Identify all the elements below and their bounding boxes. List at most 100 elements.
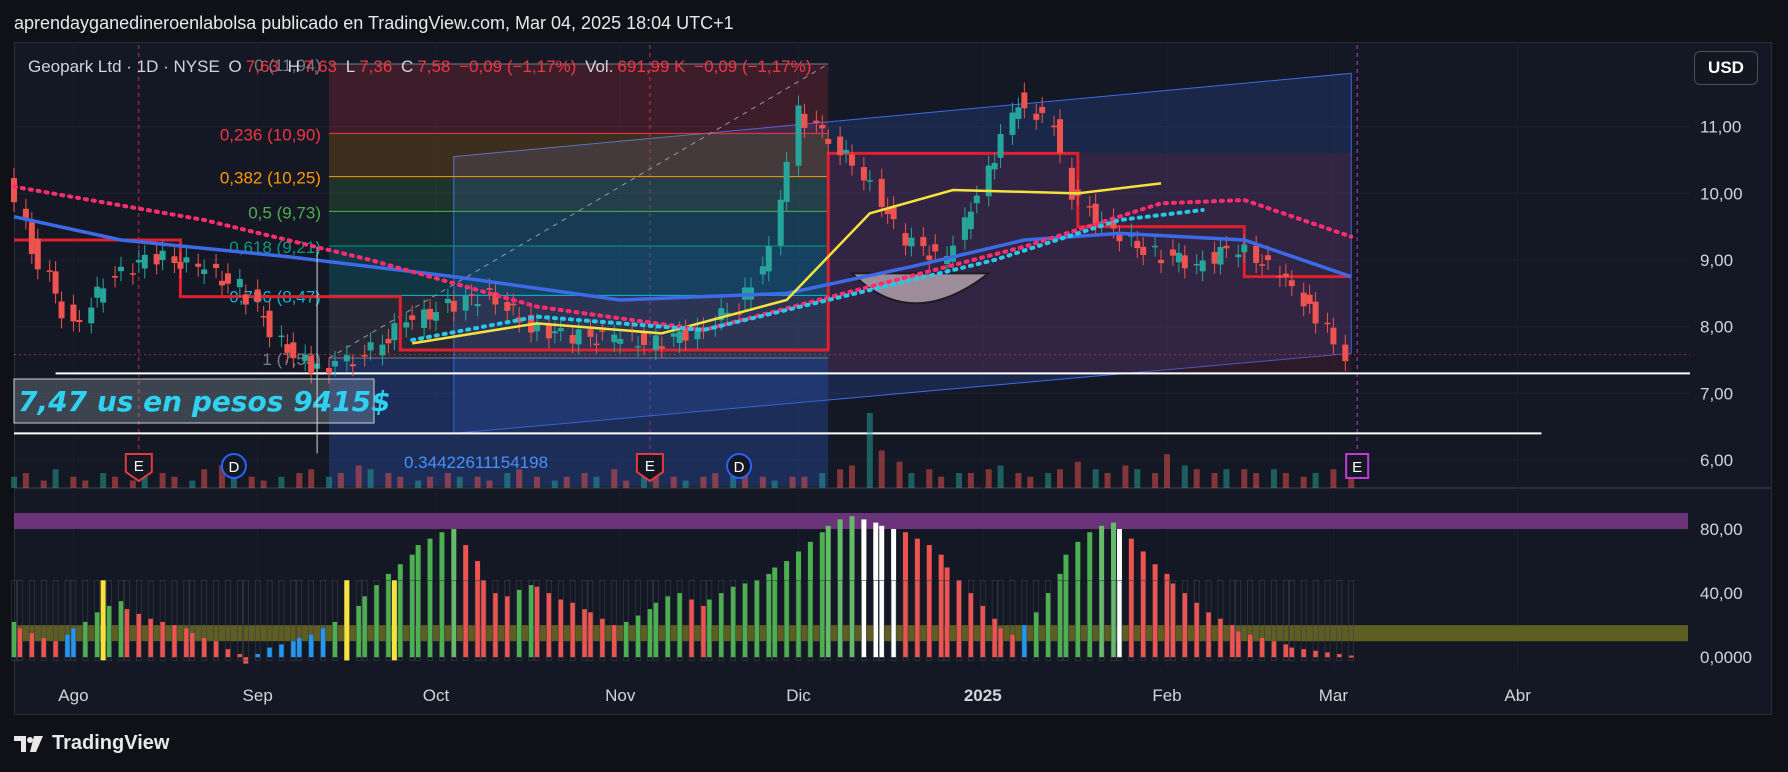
candle-body bbox=[219, 280, 226, 286]
candle-body bbox=[1253, 245, 1260, 263]
volume-value: 691,99 K bbox=[617, 57, 686, 76]
oscillator-bar-outline bbox=[242, 579, 249, 661]
volume-bar bbox=[1134, 469, 1141, 488]
oscillator-bar bbox=[189, 633, 195, 658]
candle-body bbox=[783, 161, 790, 202]
volume-bar bbox=[789, 476, 796, 488]
oscillator-bar bbox=[1111, 522, 1117, 658]
oscillator-bar-outline bbox=[237, 579, 243, 661]
oscillator-bar bbox=[1206, 612, 1212, 658]
candle-body bbox=[801, 113, 808, 128]
oscillator-bar bbox=[796, 551, 802, 658]
fibonacci-level-label: 0,5 (9,73) bbox=[248, 203, 321, 222]
symbol-name: Geopark Ltd · 1D · NYSE bbox=[28, 57, 220, 76]
volume-bar bbox=[1193, 469, 1200, 488]
oscillator-bar bbox=[278, 644, 284, 658]
volume-bar bbox=[581, 473, 588, 488]
low-value: 7,36 bbox=[359, 57, 393, 76]
oscillator-bar bbox=[784, 561, 790, 658]
price-axis-tick: 6,00 bbox=[1700, 451, 1733, 470]
candle-body bbox=[325, 367, 332, 374]
candle-body bbox=[961, 217, 968, 240]
candle-body bbox=[967, 211, 974, 230]
symbol-legend: Geopark Ltd · 1D · NYSE O 7,63 H 7,63 L 7,3… bbox=[28, 57, 815, 77]
candle-body bbox=[1193, 263, 1200, 266]
volume-bar bbox=[171, 476, 178, 488]
candle-body bbox=[908, 237, 915, 247]
oscillator-bar bbox=[1271, 641, 1277, 658]
oscillator-bar bbox=[528, 585, 534, 658]
oscillator-bar bbox=[570, 602, 576, 658]
close-label: C bbox=[401, 57, 414, 76]
candle-body bbox=[112, 276, 119, 278]
oscillator-bar bbox=[956, 580, 962, 658]
oscillator-bar bbox=[1170, 583, 1176, 658]
candle-body bbox=[1116, 235, 1123, 242]
currency-button[interactable]: USD bbox=[1694, 51, 1758, 85]
volume-bar bbox=[997, 465, 1004, 488]
time-axis-tick: Mar bbox=[1319, 686, 1349, 705]
oscillator-bar bbox=[516, 589, 522, 658]
oscillator-bar bbox=[730, 586, 736, 658]
oscillator-bar bbox=[587, 612, 593, 658]
oscillator-bar bbox=[891, 529, 897, 658]
candle-body bbox=[837, 136, 844, 156]
oscillator-bar bbox=[439, 532, 445, 658]
candle-body bbox=[1312, 301, 1319, 324]
volume-bar bbox=[771, 480, 778, 488]
candle-body bbox=[1009, 112, 1016, 135]
volume-bar bbox=[1330, 469, 1337, 488]
price-note-text: 7,47 us en pesos 9415$ bbox=[18, 385, 391, 418]
volume-bar bbox=[1300, 476, 1307, 488]
oscillator-bar bbox=[1247, 634, 1253, 658]
oscillator-bar bbox=[807, 541, 813, 658]
volume-bar bbox=[1045, 473, 1052, 488]
price-chart[interactable]: 11,00 10,00 9,00 8,00 7,00 6,00 Ago Sep Oct Nov Di… bbox=[0, 0, 1788, 772]
fibonacci-level-label: 0,382 (10,25) bbox=[220, 169, 321, 188]
candle-body bbox=[557, 328, 564, 332]
candle-body bbox=[504, 301, 511, 311]
fibonacci-level-label: 0,236 (10,90) bbox=[220, 125, 321, 144]
high-value: 7,63 bbox=[303, 57, 337, 76]
oscillator-bar bbox=[1063, 554, 1069, 658]
volume-bar bbox=[967, 473, 974, 488]
oscillator-bar bbox=[837, 519, 843, 658]
volume-bar bbox=[819, 473, 826, 488]
oscillator-bar bbox=[825, 525, 831, 658]
candle-body bbox=[331, 360, 338, 367]
oscillator-bar bbox=[873, 522, 879, 658]
candle-body bbox=[1330, 327, 1337, 345]
volume-bar bbox=[260, 480, 267, 488]
volume-bar bbox=[129, 480, 136, 488]
volume-bar bbox=[955, 473, 962, 488]
oscillator-signal-bar bbox=[344, 580, 350, 661]
oscillator-bar bbox=[201, 637, 207, 658]
oscillator-bar bbox=[1033, 612, 1039, 658]
oscillator-signal-bar bbox=[100, 580, 106, 661]
volume-bar bbox=[40, 480, 47, 488]
candle-body bbox=[385, 338, 392, 344]
oscillator-bar bbox=[41, 637, 47, 658]
candle-body bbox=[260, 315, 267, 318]
candle-body bbox=[973, 195, 980, 204]
candle-body bbox=[1282, 273, 1289, 277]
oscillator-bar bbox=[106, 605, 112, 658]
volume-bar bbox=[985, 469, 992, 488]
candle-body bbox=[635, 346, 642, 348]
oscillator-bar bbox=[938, 554, 944, 658]
candle-body bbox=[843, 149, 850, 154]
candle-body bbox=[759, 266, 766, 275]
candle-body bbox=[171, 256, 178, 264]
volume-bar bbox=[712, 473, 719, 488]
oscillator-bar bbox=[427, 538, 433, 658]
time-axis-tick: Nov bbox=[605, 686, 636, 705]
oscillator-bar bbox=[136, 613, 142, 658]
oscillator-bar bbox=[1116, 529, 1122, 658]
time-axis-tick: Dic bbox=[786, 686, 811, 705]
open-label: O bbox=[228, 57, 242, 76]
candle-body bbox=[432, 312, 439, 321]
candle-body bbox=[129, 273, 136, 275]
volume-bar bbox=[82, 480, 89, 488]
candle-body bbox=[611, 334, 618, 343]
candle-body bbox=[100, 288, 107, 303]
